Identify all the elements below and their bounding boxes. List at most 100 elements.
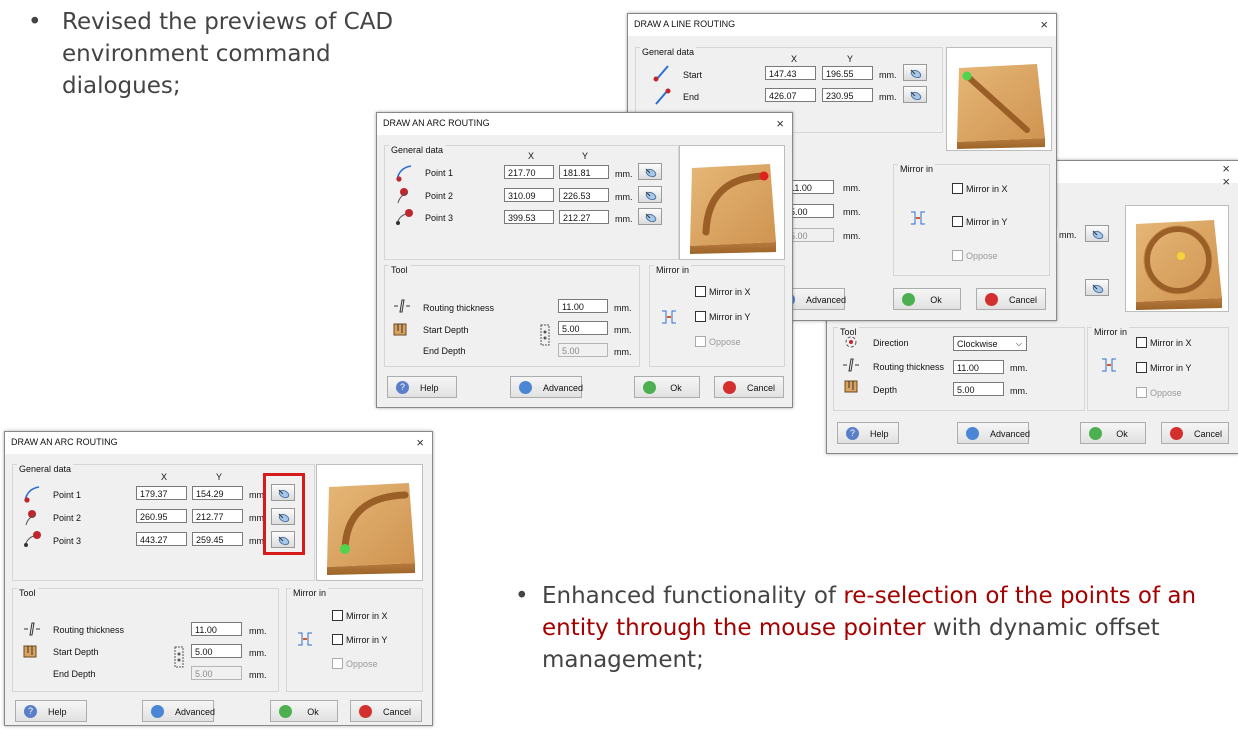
arc-preview-image — [316, 464, 423, 581]
mirror-icon — [298, 632, 312, 646]
routing-thickness-input[interactable]: 11.00 — [786, 180, 834, 194]
point2-y-input[interactable]: 212.77 — [192, 509, 243, 523]
routing-thickness-input[interactable]: 11.00 — [558, 299, 608, 313]
arrow-right-icon — [966, 427, 979, 440]
point1-label: Point 1 — [425, 168, 454, 178]
dialog-titlebar: DRAW AN ARC ROUTING × — [377, 113, 792, 135]
circle-preview-image — [1125, 205, 1229, 312]
start-label: Start — [683, 70, 703, 80]
mirror-y-checkbox[interactable]: Mirror in Y — [332, 634, 387, 645]
pick-point-button[interactable] — [1085, 279, 1109, 296]
start-x-input[interactable]: 147.43 — [765, 66, 816, 80]
point1-x-input[interactable]: 217.70 — [504, 165, 554, 179]
point3-label: Point 3 — [425, 213, 454, 223]
pick-point-button[interactable] — [1085, 225, 1109, 242]
start-y-input[interactable]: 196.55 — [822, 66, 873, 80]
ok-button[interactable]: Ok — [634, 376, 700, 398]
point3-icon — [24, 531, 41, 547]
group-label: Tool — [17, 588, 38, 598]
pick-point-button[interactable] — [638, 186, 662, 203]
start-depth-label: Start Depth — [53, 647, 99, 657]
group-label: Tool — [389, 265, 410, 275]
end-point-icon — [655, 88, 671, 105]
link-depth-icon[interactable] — [540, 324, 550, 346]
point2-x-input[interactable]: 260.95 — [136, 509, 187, 523]
close-icon[interactable]: × — [1040, 17, 1048, 32]
close-icon[interactable]: × — [1222, 174, 1230, 189]
point1-x-input[interactable]: 179.37 — [136, 486, 187, 500]
mirror-y-checkbox[interactable]: Mirror in Y — [952, 216, 1007, 227]
mirror-x-checkbox[interactable]: Mirror in X — [695, 286, 751, 297]
unit-label: mm. — [615, 192, 633, 202]
pick-icon — [644, 190, 658, 201]
dialog-title: DRAW AN ARC ROUTING — [383, 118, 490, 128]
mirror-icon — [911, 211, 925, 225]
highlight-frame — [263, 473, 305, 555]
close-icon[interactable]: × — [776, 116, 784, 131]
help-button[interactable]: ? Help — [387, 376, 457, 398]
mirror-x-checkbox[interactable]: Mirror in X — [952, 183, 1008, 194]
help-icon: ? — [846, 427, 859, 440]
arrow-right-icon — [151, 705, 164, 718]
start-depth-input[interactable]: 5.00 — [786, 204, 834, 218]
unit-label: mm. — [615, 169, 633, 179]
end-depth-input[interactable]: 5.00 — [191, 666, 242, 680]
ok-button[interactable]: Ok — [893, 288, 961, 310]
ok-button[interactable]: Ok — [1080, 422, 1146, 444]
mirror-x-checkbox[interactable]: Mirror in X — [332, 610, 388, 621]
help-icon: ? — [24, 705, 37, 718]
oppose-checkbox[interactable]: Oppose — [332, 658, 378, 669]
ok-button[interactable]: Ok — [270, 700, 338, 722]
direction-select[interactable]: Clockwise ⌵ — [953, 336, 1027, 351]
end-y-input[interactable]: 230.95 — [822, 88, 873, 102]
group-label: Mirror in — [898, 164, 935, 174]
help-button[interactable]: ? Help — [837, 422, 899, 444]
cancel-button[interactable]: Cancel — [350, 700, 422, 722]
point3-y-input[interactable]: 212.27 — [559, 210, 609, 224]
close-icon[interactable]: × — [416, 435, 424, 450]
end-depth-label: End Depth — [53, 669, 96, 679]
point2-x-input[interactable]: 310.09 — [504, 188, 554, 202]
pick-point-button[interactable] — [638, 208, 662, 225]
advanced-button[interactable]: Advanced — [510, 376, 583, 398]
routing-thickness-icon — [394, 299, 410, 313]
point1-y-input[interactable]: 154.29 — [192, 486, 243, 500]
start-depth-input[interactable]: 5.00 — [191, 644, 242, 658]
point3-x-input[interactable]: 443.27 — [136, 532, 187, 546]
pick-point-button[interactable] — [638, 163, 662, 180]
bullet-text-pre: Enhanced functionality of — [542, 583, 844, 609]
routing-thickness-label: Routing thickness — [423, 303, 495, 313]
point1-y-input[interactable]: 181.81 — [559, 165, 609, 179]
point3-x-input[interactable]: 399.53 — [504, 210, 554, 224]
oppose-checkbox[interactable]: Oppose — [952, 250, 998, 261]
dialog-title: DRAW A LINE ROUTING — [634, 19, 736, 29]
y-header: Y — [216, 472, 223, 482]
group-label: General data — [17, 464, 74, 474]
cancel-button[interactable]: Cancel — [976, 288, 1046, 310]
end-depth-input[interactable]: 5.00 — [786, 228, 834, 242]
advanced-button[interactable]: Advanced — [142, 700, 215, 722]
end-x-input[interactable]: 426.07 — [765, 88, 816, 102]
mirror-y-checkbox[interactable]: Mirror in Y — [1136, 362, 1191, 373]
end-depth-input[interactable]: 5.00 — [558, 343, 608, 357]
pick-point-button[interactable] — [903, 64, 927, 81]
link-depth-icon[interactable] — [174, 646, 184, 668]
depth-input[interactable]: 5.00 — [953, 382, 1004, 396]
cancel-button[interactable]: Cancel — [714, 376, 784, 398]
advanced-button[interactable]: Advanced — [957, 422, 1030, 444]
routing-thickness-input[interactable]: 11.00 — [953, 360, 1004, 374]
cancel-button[interactable]: Cancel — [1161, 422, 1229, 444]
help-button[interactable]: ? Help — [15, 700, 87, 722]
start-depth-input[interactable]: 5.00 — [558, 321, 608, 335]
routing-thickness-input[interactable]: 11.00 — [191, 622, 242, 636]
point2-y-input[interactable]: 226.53 — [559, 188, 609, 202]
point3-y-input[interactable]: 259.45 — [192, 532, 243, 546]
x-header: X — [528, 151, 535, 161]
unit-label: mm. — [843, 231, 861, 241]
mirror-x-checkbox[interactable]: Mirror in X — [1136, 337, 1192, 348]
oppose-checkbox[interactable]: Oppose — [1136, 387, 1182, 398]
mirror-y-checkbox[interactable]: Mirror in Y — [695, 311, 750, 322]
oppose-checkbox[interactable]: Oppose — [695, 336, 741, 347]
cancel-icon — [985, 293, 998, 306]
pick-point-button[interactable] — [903, 86, 927, 103]
